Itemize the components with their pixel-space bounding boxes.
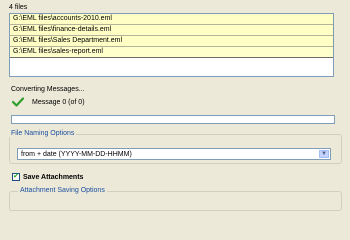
file-naming-legend: File Naming Options (9, 130, 77, 137)
attachment-saving-options-legend: Attachment Saving Options (18, 187, 107, 194)
converting-status-label: Converting Messages... (11, 86, 85, 93)
message-progress-label: Message 0 (of 0) (32, 99, 85, 106)
file-list[interactable]: G:\EML files\accounts-2010.eml G:\EML fi… (9, 13, 334, 77)
file-count-label: 4 files (9, 4, 28, 11)
checkmark-icon (12, 97, 24, 107)
file-list-item[interactable]: G:\EML files\Sales Department.eml (10, 36, 333, 47)
conversion-progress-bar (11, 115, 335, 124)
save-attachments-label[interactable]: Save Attachments (23, 174, 83, 181)
file-list-item[interactable]: G:\EML files\sales-report.eml (10, 47, 333, 58)
file-list-item[interactable]: G:\EML files\finance-details.eml (10, 25, 333, 36)
chevron-down-icon[interactable]: ▼ (319, 150, 329, 158)
attachment-saving-options-group (9, 191, 342, 211)
file-naming-selected-value: from + date (YYYY-MM-DD-HHMM) (21, 151, 132, 158)
file-list-item[interactable]: G:\EML files\accounts-2010.eml (10, 14, 333, 25)
file-naming-select[interactable]: from + date (YYYY-MM-DD-HHMM) ▼ (17, 148, 331, 160)
save-attachments-checkbox[interactable]: ✔ (12, 173, 20, 181)
